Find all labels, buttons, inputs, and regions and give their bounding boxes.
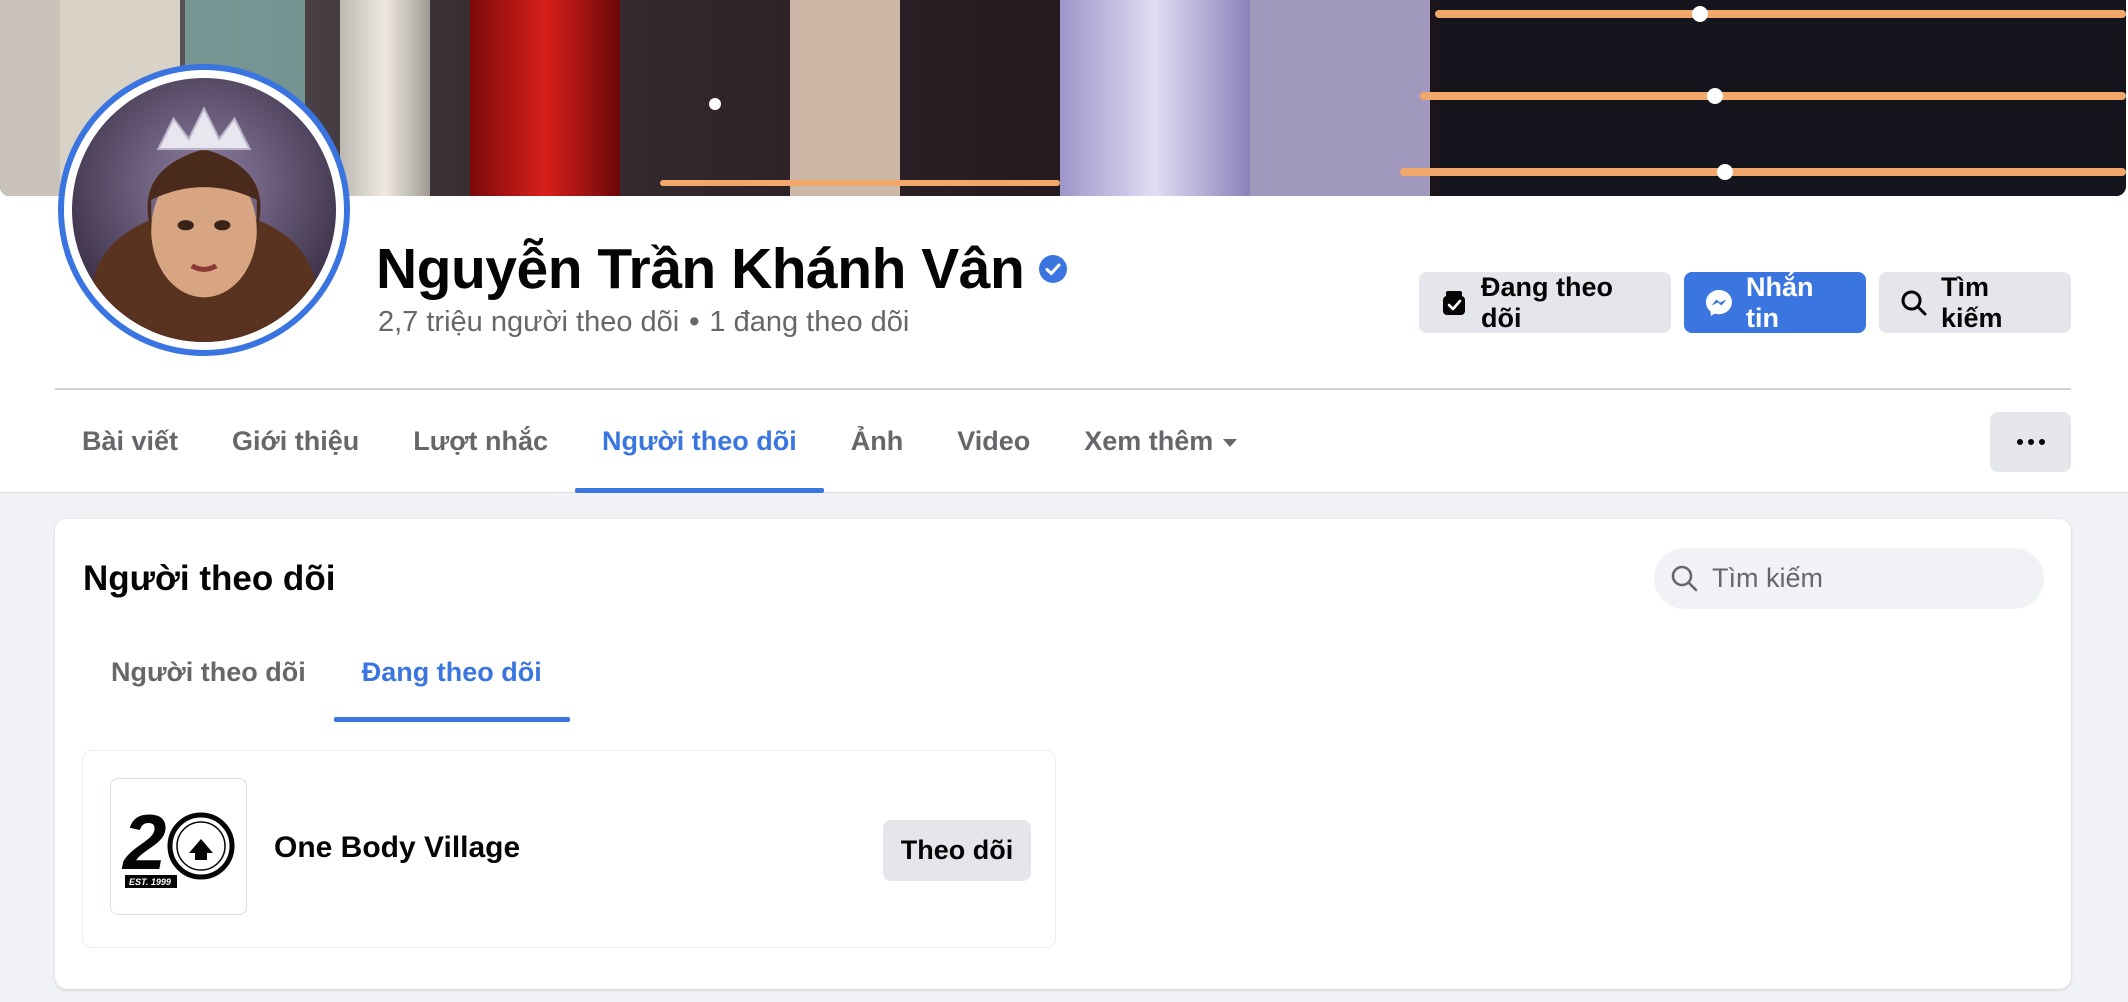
tab-about[interactable]: Giới thiệu [205, 390, 386, 493]
following-count[interactable]: 1 đang theo dõi [709, 306, 909, 339]
tab-label: Xem thêm [1084, 426, 1214, 456]
tab-posts[interactable]: Bài viết [55, 390, 205, 493]
page-logo[interactable]: 2 EST. 1999 [110, 778, 247, 915]
subtab-followers[interactable]: Người theo dõi [83, 623, 334, 722]
page-name[interactable]: One Body Village [274, 831, 520, 865]
following-button-label: Đang theo dõi [1481, 271, 1613, 333]
followers-card: Người theo dõi Người theo dõi Đang theo … [55, 519, 2071, 989]
profile-nav-tabs: Bài viết Giới thiệu Lượt nhắc Người theo… [55, 390, 1264, 493]
followers-subtabs: Người theo dõi Đang theo dõi [83, 623, 570, 722]
tab-mentions[interactable]: Lượt nhắc [386, 390, 575, 493]
profile-search-button[interactable]: Tìm kiếm [1879, 272, 2071, 333]
search-icon [1671, 565, 1698, 591]
ellipsis-icon [2038, 439, 2045, 445]
followers-count[interactable]: 2,7 triệu người theo dõi [378, 306, 679, 339]
tab-label: Người theo dõi [602, 426, 797, 456]
caret-down-icon [1223, 438, 1238, 447]
profile-name-row: Nguyễn Trần Khánh Vân [376, 236, 1068, 302]
profile-name: Nguyễn Trần Khánh Vân [376, 237, 1025, 301]
section-title: Người theo dõi [83, 559, 336, 598]
tab-more[interactable]: Xem thêm [1057, 390, 1264, 493]
following-check-icon [1443, 290, 1465, 315]
followers-search[interactable] [1654, 548, 2044, 609]
svg-text:2: 2 [121, 798, 166, 886]
message-button-label: Nhắn tin [1746, 271, 1814, 333]
ellipsis-icon [2016, 439, 2023, 445]
tab-followers[interactable]: Người theo dõi [575, 390, 824, 493]
ellipsis-icon [2027, 439, 2034, 445]
stats-separator: • [689, 306, 700, 338]
profile-stats: 2,7 triệu người theo dõi • 1 đang theo d… [378, 306, 909, 339]
follow-button[interactable]: Theo dõi [883, 820, 1031, 881]
profile-avatar[interactable] [58, 64, 350, 356]
tab-label: Lượt nhắc [413, 426, 548, 456]
tab-label: Ảnh [850, 426, 904, 456]
profile-header: Nguyễn Trần Khánh Vân 2,7 triệu người th… [0, 0, 2128, 493]
following-list-item: 2 EST. 1999 One Body Village Theo dõi [82, 750, 1056, 948]
subtab-label: Đang theo dõi [361, 657, 542, 687]
tab-label: Giới thiệu [232, 426, 360, 456]
followers-search-input[interactable] [1712, 563, 2012, 594]
more-options-button[interactable] [1990, 412, 2071, 472]
tab-videos[interactable]: Video [930, 390, 1057, 493]
svg-text:EST. 1999: EST. 1999 [129, 877, 171, 887]
tab-photos[interactable]: Ảnh [824, 390, 930, 493]
tab-label: Video [957, 426, 1031, 456]
verified-badge-icon [1038, 254, 1068, 284]
subtab-label: Người theo dõi [111, 657, 306, 687]
tab-label: Bài viết [82, 426, 179, 456]
following-button[interactable]: Đang theo dõi [1419, 272, 1671, 333]
subtab-following[interactable]: Đang theo dõi [333, 623, 570, 722]
search-button-label: Tìm kiếm [1941, 271, 2003, 333]
search-icon [1901, 290, 1927, 315]
message-button[interactable]: Nhắn tin [1684, 272, 1866, 333]
messenger-icon [1706, 289, 1732, 316]
